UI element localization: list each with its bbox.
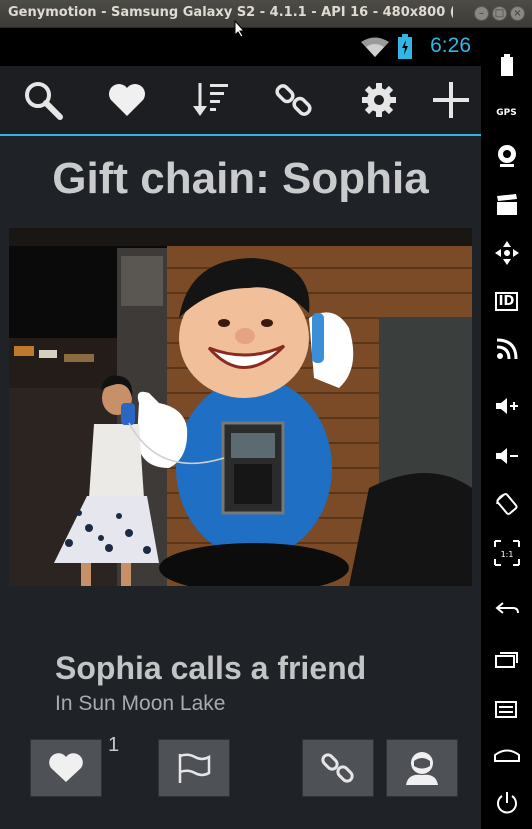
- scale-button[interactable]: 1:1: [481, 538, 532, 568]
- link-button[interactable]: [270, 76, 320, 124]
- profile-button[interactable]: [386, 739, 458, 797]
- gear-icon: [362, 83, 396, 117]
- dpad-icon: [494, 241, 519, 265]
- gift-photo-image: [9, 228, 472, 586]
- rss-control[interactable]: [481, 334, 532, 364]
- rotate-icon: [495, 493, 518, 515]
- battery-control[interactable]: [481, 50, 532, 80]
- search-icon: [25, 82, 63, 120]
- gift-detail: Gift chain: Sophia Sophia calls a friend…: [0, 136, 481, 829]
- sort-button[interactable]: [186, 76, 236, 124]
- menu-icon: [494, 701, 517, 718]
- heart-icon: [109, 84, 145, 116]
- id-icon: ID: [494, 291, 519, 311]
- device-id-control[interactable]: ID: [481, 286, 532, 316]
- link-icon: [321, 753, 354, 783]
- flag-icon: [178, 753, 211, 783]
- person-icon: [406, 752, 438, 785]
- flag-button[interactable]: [158, 739, 230, 797]
- like-button[interactable]: [30, 739, 102, 797]
- remote-control[interactable]: [481, 238, 532, 268]
- window-titlebar: Genymotion - Samsung Galaxy S2 - 4.1.1 -…: [0, 0, 532, 28]
- search-button[interactable]: [18, 76, 68, 124]
- add-button[interactable]: [426, 76, 476, 124]
- link-icon: [275, 84, 312, 116]
- home-icon: [493, 749, 520, 762]
- window-title: Genymotion - Samsung Galaxy S2 - 4.1.1 -…: [8, 5, 453, 20]
- clapperboard-icon: [496, 194, 517, 215]
- heart-icon: [49, 753, 83, 782]
- chain-link-button[interactable]: [302, 739, 374, 797]
- power-icon: [496, 792, 517, 814]
- mouse-cursor-icon: [234, 20, 246, 38]
- recent-apps-button[interactable]: [481, 644, 532, 674]
- battery-icon: [398, 34, 412, 59]
- back-arrow-icon: [494, 602, 519, 614]
- sort-icon: [193, 83, 228, 116]
- emulator-sidebar: GPS ID 1:1: [481, 28, 532, 829]
- like-count: 1: [108, 734, 120, 756]
- scale-icon: 1:1: [493, 540, 520, 566]
- webcam-icon: [497, 145, 516, 167]
- back-button[interactable]: [481, 594, 532, 624]
- gps-icon: GPS: [496, 108, 517, 118]
- wifi-icon: [361, 37, 389, 57]
- screencast-control[interactable]: [481, 190, 532, 220]
- plus-icon: [433, 82, 469, 118]
- favorites-button[interactable]: [102, 76, 152, 124]
- volume-down-icon: [495, 448, 518, 464]
- status-clock: 6:26: [430, 34, 471, 57]
- gift-photo[interactable]: [9, 228, 472, 586]
- camera-control[interactable]: [481, 141, 532, 171]
- rotate-button[interactable]: [481, 489, 532, 519]
- maximize-button[interactable]: □: [492, 6, 507, 21]
- close-button[interactable]: ×: [510, 6, 525, 21]
- settings-button[interactable]: [354, 76, 404, 124]
- volume-down-button[interactable]: [481, 441, 532, 471]
- volume-up-button[interactable]: [481, 391, 532, 421]
- gps-control[interactable]: GPS: [481, 98, 532, 128]
- recent-apps-icon: [494, 652, 518, 668]
- page-title: Gift chain: Sophia: [52, 154, 429, 203]
- rss-icon: [496, 338, 517, 360]
- home-button[interactable]: [481, 740, 532, 770]
- menu-button[interactable]: [481, 694, 532, 724]
- battery-icon: [500, 54, 513, 76]
- volume-up-icon: [495, 398, 518, 414]
- power-button[interactable]: [481, 788, 532, 818]
- phone-screen: 6:26 Gift chain: Sophia Sophia calls a f…: [0, 28, 481, 829]
- gift-location: In Sun Moon Lake: [55, 692, 226, 715]
- scale-label: 1:1: [500, 550, 513, 559]
- gift-title: Sophia calls a friend: [55, 650, 367, 686]
- action-bar: [0, 66, 481, 136]
- minimize-button[interactable]: –: [474, 6, 489, 21]
